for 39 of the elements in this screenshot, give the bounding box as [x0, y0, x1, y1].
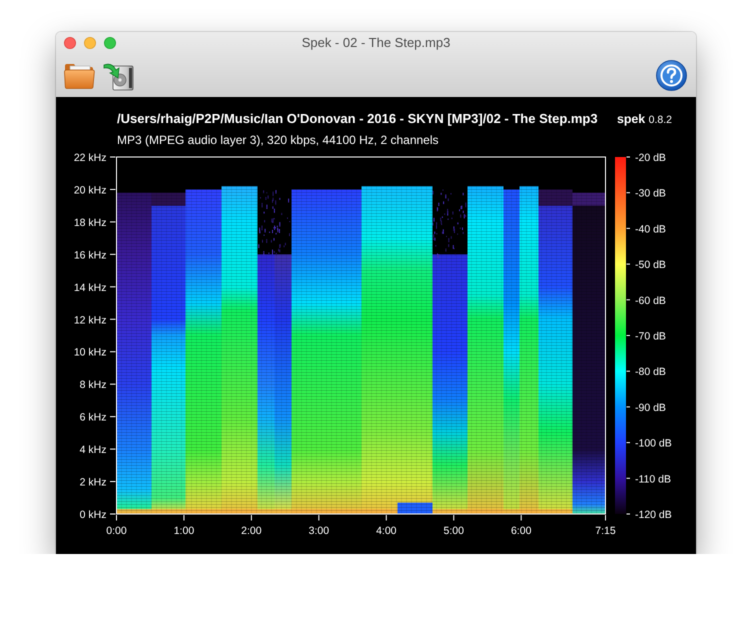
frequency-label: 6 kHz — [80, 412, 106, 424]
frequency-label: 8 kHz — [80, 379, 106, 392]
frequency-label: 2 kHz — [80, 476, 106, 489]
decibel-label: -20 dB — [635, 152, 666, 164]
file-path: /Users/rhaig/P2P/Music/Ian O'Donovan - 2016 - SKYN [MP3]/02 - The Step.mp3 — [117, 111, 598, 127]
frequency-label: 14 kHz — [74, 282, 106, 294]
frequency-label: 20 kHz — [74, 184, 106, 196]
decibel-label: -30 dB — [635, 188, 666, 200]
frequency-label: 18 kHz — [74, 216, 106, 229]
frequency-label: 16 kHz — [74, 249, 106, 262]
time-label: 6:00 — [510, 525, 532, 537]
decibel-label: -120 dB — [635, 509, 672, 521]
window-title: Spek - 02 - The Step.mp3 — [300, 34, 452, 52]
time-label: 5:00 — [444, 525, 464, 537]
decibel-label: -80 dB — [635, 366, 666, 378]
time-label: 4:00 — [376, 525, 396, 537]
frequency-label: 10 kHz — [74, 346, 106, 359]
frequency-label: 22 kHz — [74, 152, 106, 164]
decibel-label: -100 dB — [635, 438, 672, 450]
close-icon[interactable] — [64, 37, 76, 49]
decibel-label: -70 dB — [635, 330, 666, 342]
frequency-label: 0 kHz — [80, 509, 106, 521]
time-label: 7:15 — [595, 525, 616, 537]
decibel-label: -110 dB — [635, 473, 671, 486]
decibel-label: -40 dB — [635, 223, 666, 236]
help-icon[interactable] — [656, 60, 687, 91]
frequency-label: 4 kHz — [80, 444, 106, 456]
folder-icon[interactable] — [64, 62, 95, 89]
time-label: 2:00 — [241, 525, 262, 537]
frequency-label: 12 kHz — [74, 314, 106, 326]
time-label: 3:00 — [308, 525, 330, 537]
decibel-label: -90 dB — [635, 402, 666, 414]
app-version: spek 0.8.2 — [616, 111, 672, 127]
maximize-icon[interactable] — [104, 37, 116, 49]
decibel-label: -60 dB — [635, 294, 666, 307]
file-info: MP3 (MPEG audio layer 3), 320 kbps, 44100 Hz, 2 channels — [117, 133, 439, 147]
decibel-label: -50 dB — [635, 259, 666, 272]
time-label: 1:00 — [174, 525, 194, 537]
time-label: 0:00 — [106, 525, 127, 537]
